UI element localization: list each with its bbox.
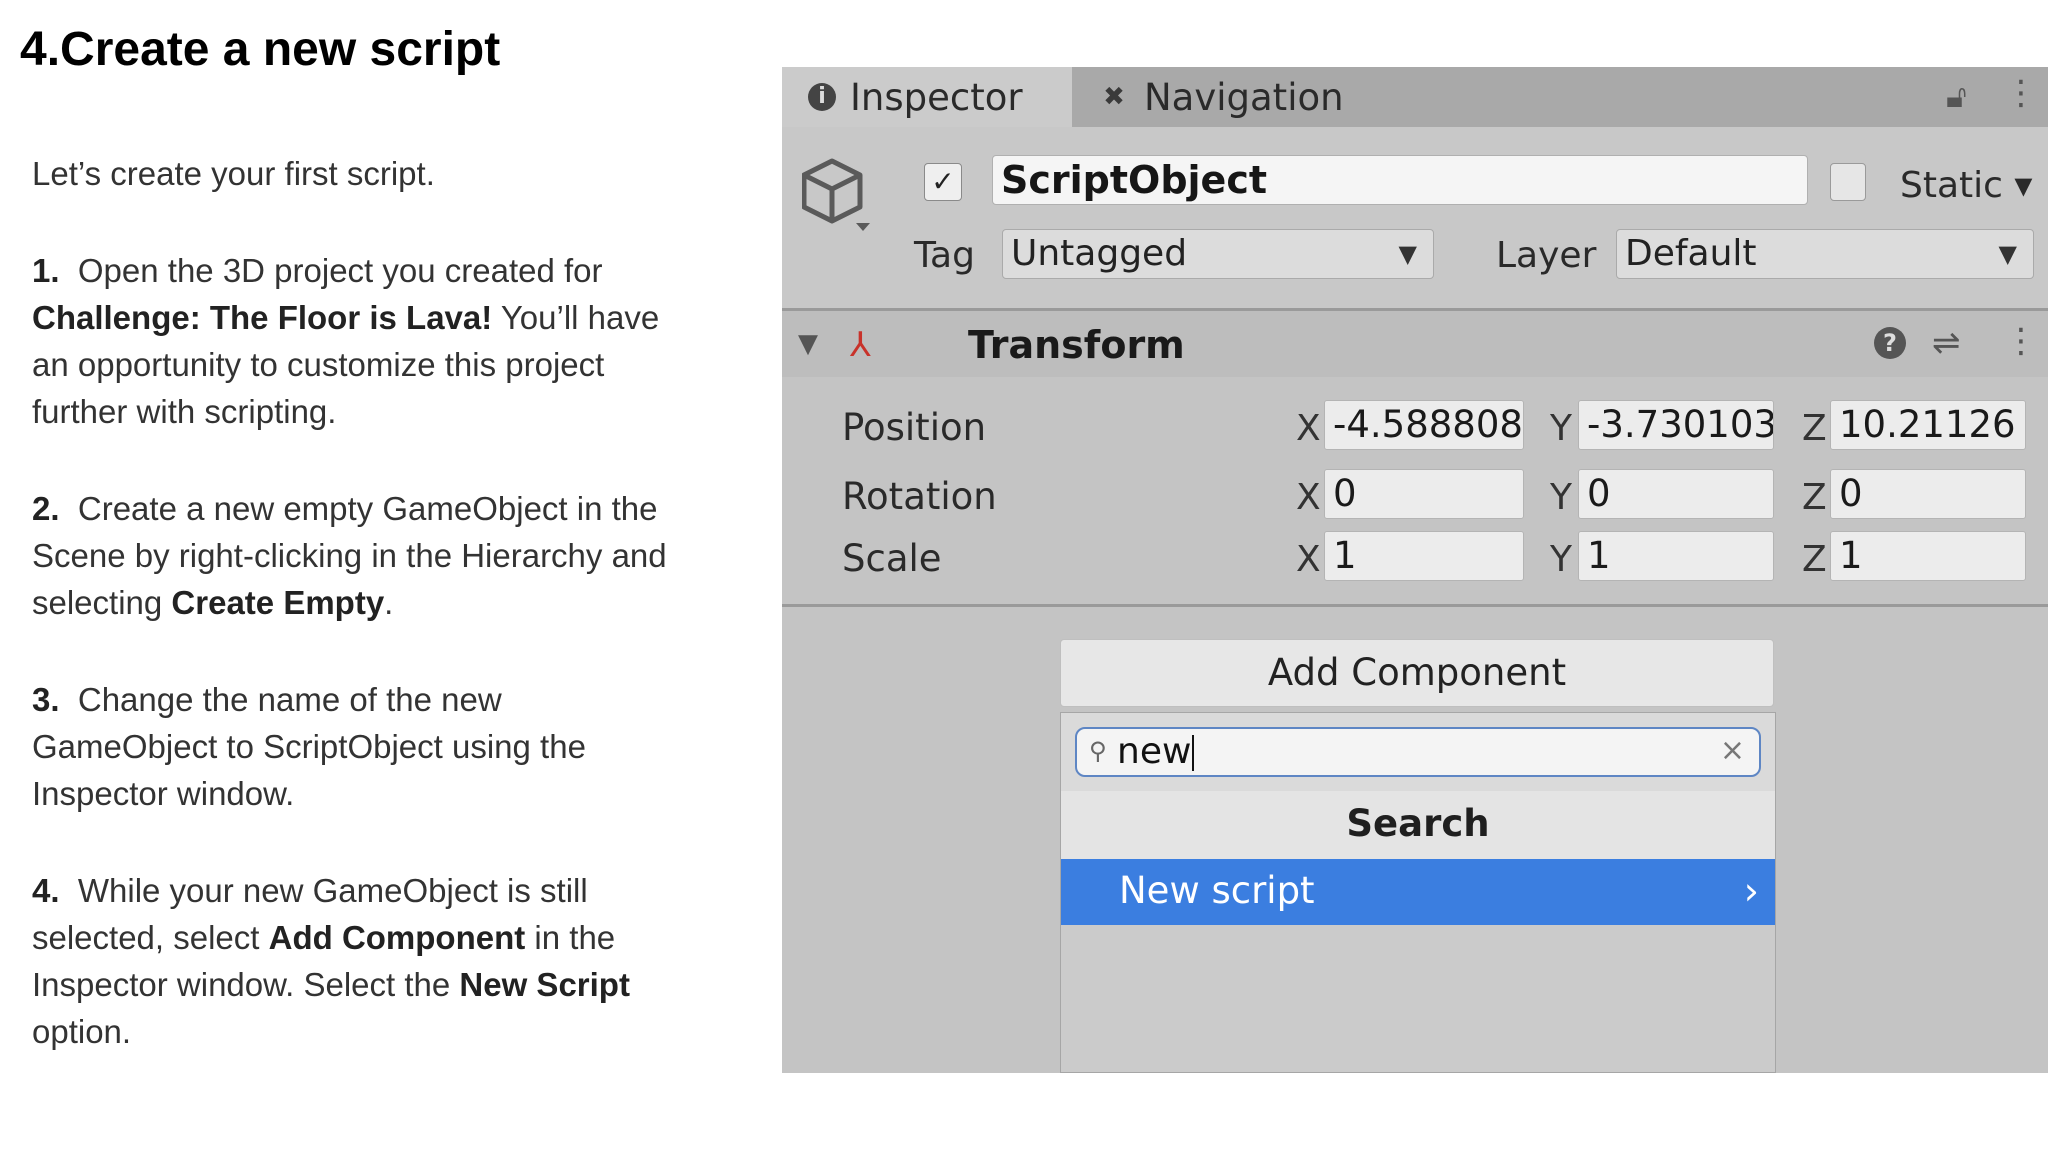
axis-y-label: Y	[1550, 539, 1572, 580]
axis-x-label: X	[1296, 408, 1321, 449]
rotation-z-field[interactable]: 0	[1830, 469, 2026, 519]
step-3: 3. Change the name of the new GameObject…	[32, 676, 682, 817]
add-component-popup: ⚲ new × Search New script ›	[1060, 712, 1776, 1073]
object-name-field[interactable]: ScriptObject	[992, 155, 1808, 205]
static-dropdown[interactable]: Static ▾	[1900, 165, 2032, 206]
scale-y-field[interactable]: 1	[1578, 531, 1774, 581]
chevron-right-icon: ›	[1743, 869, 1759, 913]
static-checkbox[interactable]	[1830, 163, 1866, 201]
axis-z-label: Z	[1802, 408, 1827, 449]
axis-z-label: Z	[1802, 477, 1827, 518]
step-text: Open the 3D project you created for	[77, 252, 603, 289]
search-text: new	[1117, 731, 1195, 772]
rotation-x-field[interactable]: 0	[1324, 469, 1524, 519]
position-label: Position	[842, 406, 987, 449]
step-number: 2.	[32, 490, 60, 527]
axis-x-label: X	[1296, 539, 1321, 580]
tag-dropdown[interactable]: Untagged ▼	[1002, 229, 1434, 279]
axis-y-label: Y	[1550, 408, 1572, 449]
step-bold-text: New Script	[459, 966, 630, 1003]
intro-text: Let’s create your first script.	[32, 155, 435, 192]
tab-inspector-label: Inspector	[850, 75, 1023, 119]
position-row: Position X -4.588808 Y -3.730103 Z 10.21…	[782, 400, 2048, 456]
tag-value: Untagged	[1011, 233, 1188, 274]
presets-icon[interactable]: ⇌	[1932, 323, 1961, 363]
step-bold-text: Create Empty	[171, 584, 385, 621]
text-cursor	[1192, 735, 1195, 771]
cube-icon[interactable]	[802, 157, 872, 237]
foldout-arrow-icon[interactable]: ▼	[798, 329, 818, 359]
layer-label: Layer	[1496, 235, 1597, 276]
tag-label: Tag	[914, 235, 975, 276]
rotation-row: Rotation X 0 Y 0 Z 0	[782, 469, 2048, 525]
chevron-down-icon: ▼	[1998, 240, 2017, 268]
divider	[782, 604, 2048, 607]
layer-dropdown[interactable]: Default ▼	[1616, 229, 2034, 279]
inspector-screenshot: i Inspector ✖ Navigation 🔓︎ ⋮ ✓ ScriptOb…	[782, 67, 2048, 1073]
step-text: Change the name of the new GameObject to…	[32, 681, 586, 812]
popup-item-new-script[interactable]: New script ›	[1061, 859, 1775, 925]
step-bold-text: Add Component	[268, 919, 526, 956]
tab-bar: i Inspector ✖ Navigation 🔓︎ ⋮	[782, 67, 2048, 127]
step-1: 1. Open the 3D project you created for C…	[32, 247, 682, 435]
scale-label: Scale	[842, 537, 942, 580]
tab-inspector[interactable]: i Inspector	[782, 67, 1072, 127]
info-icon: i	[808, 83, 836, 111]
axis-z-label: Z	[1802, 539, 1827, 580]
add-component-button[interactable]: Add Component	[1060, 639, 1774, 707]
step-number: 3.	[32, 681, 60, 718]
axis-x-label: X	[1296, 477, 1321, 518]
steps-list: 1. Open the 3D project you created for C…	[32, 247, 682, 1055]
chevron-down-icon: ▼	[1398, 240, 1417, 268]
static-label: Static	[1900, 165, 2003, 206]
step-4: 4. While your new GameObject is still se…	[32, 867, 682, 1055]
step-text: option.	[32, 1013, 132, 1050]
step-number: 1.	[32, 252, 60, 289]
page-title: 4.Create a new script	[20, 23, 501, 76]
popup-item-label: New script	[1119, 869, 1315, 912]
instructions: Let’s create your first script. 1. Open …	[32, 150, 682, 1105]
navigation-icon: ✖	[1103, 82, 1125, 112]
lock-icon[interactable]: 🔓︎	[1946, 77, 1967, 116]
active-checkbox[interactable]: ✓	[924, 163, 962, 201]
tab-menu-icon[interactable]: ⋮	[2004, 73, 2038, 113]
step-2: 2. Create a new empty GameObject in the …	[32, 485, 682, 626]
position-z-field[interactable]: 10.21126	[1830, 400, 2026, 450]
popup-list-empty-area	[1061, 925, 1775, 1072]
search-value: new	[1117, 731, 1192, 772]
scale-x-field[interactable]: 1	[1324, 531, 1524, 581]
search-input[interactable]: ⚲ new ×	[1075, 727, 1761, 777]
position-y-field[interactable]: -3.730103	[1578, 400, 1774, 450]
transform-header[interactable]: ▼ ⅄ Transform ? ⇌ ⋮	[782, 311, 2048, 377]
clear-icon[interactable]: ×	[1720, 733, 1745, 768]
search-bar: ⚲ new ×	[1061, 713, 1775, 791]
search-icon: ⚲	[1089, 737, 1107, 765]
scale-row: Scale X 1 Y 1 Z 1	[782, 531, 2048, 587]
rotation-y-field[interactable]: 0	[1578, 469, 1774, 519]
help-icon[interactable]: ?	[1874, 327, 1906, 359]
component-menu-icon[interactable]: ⋮	[2004, 321, 2038, 361]
popup-title: Search	[1061, 791, 1775, 859]
transform-title: Transform	[968, 323, 1185, 367]
tab-navigation[interactable]: ✖ Navigation	[1098, 67, 1344, 127]
transform-icon: ⅄	[850, 325, 871, 365]
layer-value: Default	[1625, 233, 1757, 274]
rotation-label: Rotation	[842, 475, 997, 518]
step-text: .	[384, 584, 394, 621]
scale-z-field[interactable]: 1	[1830, 531, 2026, 581]
position-x-field[interactable]: -4.588808	[1324, 400, 1524, 450]
axis-y-label: Y	[1550, 477, 1572, 518]
step-bold-text: Challenge: The Floor is Lava!	[32, 299, 493, 336]
step-number: 4.	[32, 872, 60, 909]
tab-navigation-label: Navigation	[1144, 75, 1344, 119]
